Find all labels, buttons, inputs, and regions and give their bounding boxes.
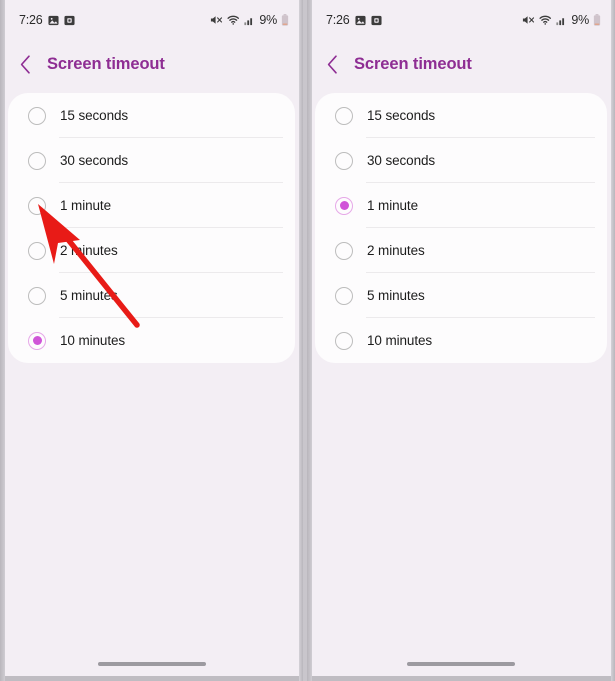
option-row-5-minutes[interactable]: 5 minutes — [8, 273, 295, 318]
option-row-1-minute[interactable]: 1 minute — [315, 183, 607, 228]
home-indicator[interactable] — [97, 662, 206, 666]
page-title: Screen timeout — [47, 54, 165, 73]
screenshot-root: 7:26 9% Screen timeout 15 seconds 30 sec… — [0, 0, 615, 681]
option-label: 15 seconds — [367, 108, 436, 123]
battery-percent-label: 9% — [571, 13, 589, 27]
signal-icon — [244, 17, 253, 25]
phone-screen-before: 7:26 9% Screen timeout 15 seconds 30 sec… — [0, 0, 303, 681]
status-bar-left: 7:26 — [326, 13, 382, 27]
battery-icon — [593, 14, 601, 26]
device-edge-left — [0, 0, 5, 681]
option-label: 2 minutes — [60, 243, 118, 258]
wifi-icon — [227, 15, 240, 25]
option-label: 30 seconds — [367, 153, 436, 168]
wifi-icon — [539, 15, 552, 25]
gallery-icon — [354, 15, 366, 25]
page-title: Screen timeout — [354, 54, 472, 73]
radio-2-minutes[interactable] — [28, 241, 46, 260]
device-edge-bottom — [307, 676, 615, 681]
timeout-options-list: 15 seconds 30 seconds 1 minute 2 minutes — [315, 93, 607, 363]
status-bar-right: 9% — [210, 13, 289, 27]
option-row-15-seconds[interactable]: 15 seconds — [315, 93, 607, 138]
device-edge-right — [611, 0, 615, 681]
radio-10-minutes[interactable] — [335, 331, 353, 350]
option-row-10-minutes[interactable]: 10 minutes — [8, 318, 295, 363]
chevron-left-icon — [20, 54, 30, 74]
option-label: 1 minute — [60, 198, 111, 213]
status-bar: 7:26 9% — [307, 0, 615, 40]
option-label: 5 minutes — [60, 288, 118, 303]
option-row-5-minutes[interactable]: 5 minutes — [315, 273, 607, 318]
option-label: 30 seconds — [60, 153, 129, 168]
status-bar: 7:26 9% — [0, 0, 303, 40]
app-bar: Screen timeout — [0, 40, 303, 88]
gallery-icon — [47, 15, 59, 25]
option-label: 5 minutes — [367, 288, 425, 303]
radio-2-minutes[interactable] — [335, 241, 353, 260]
app-icon — [370, 15, 382, 25]
device-edge-bottom — [0, 676, 303, 681]
radio-5-minutes[interactable] — [28, 286, 46, 305]
option-row-10-minutes[interactable]: 10 minutes — [315, 318, 607, 363]
radio-10-minutes[interactable] — [28, 331, 46, 350]
status-clock: 7:26 — [19, 13, 43, 27]
option-label: 2 minutes — [367, 243, 425, 258]
phone-screen-after: 7:26 9% Screen timeout 15 seconds 30 sec… — [307, 0, 615, 681]
option-label: 1 minute — [367, 198, 418, 213]
status-bar-left: 7:26 — [19, 13, 75, 27]
status-clock: 7:26 — [326, 13, 350, 27]
option-row-2-minutes[interactable]: 2 minutes — [8, 228, 295, 273]
signal-icon — [556, 17, 565, 25]
mute-icon — [523, 16, 535, 24]
status-bar-right: 9% — [522, 13, 601, 27]
back-button[interactable] — [17, 53, 33, 75]
back-button[interactable] — [324, 53, 340, 75]
battery-icon — [281, 14, 289, 26]
timeout-options-list: 15 seconds 30 seconds 1 minute 2 minutes — [8, 93, 295, 363]
option-label: 10 minutes — [367, 333, 433, 348]
app-icon — [63, 15, 75, 25]
option-row-1-minute[interactable]: 1 minute — [8, 183, 295, 228]
option-label: 10 minutes — [60, 333, 126, 348]
app-bar: Screen timeout — [307, 40, 615, 88]
radio-15-seconds[interactable] — [335, 106, 353, 125]
device-edge-right — [299, 0, 303, 681]
mute-icon — [211, 16, 223, 24]
radio-15-seconds[interactable] — [28, 106, 46, 125]
radio-30-seconds[interactable] — [335, 151, 353, 170]
option-label: 15 seconds — [60, 108, 129, 123]
option-row-30-seconds[interactable]: 30 seconds — [8, 138, 295, 183]
chevron-left-icon — [327, 54, 337, 74]
radio-5-minutes[interactable] — [335, 286, 353, 305]
radio-1-minute[interactable] — [28, 196, 46, 215]
option-row-30-seconds[interactable]: 30 seconds — [315, 138, 607, 183]
home-indicator[interactable] — [407, 662, 515, 666]
option-row-2-minutes[interactable]: 2 minutes — [315, 228, 607, 273]
device-edge-left — [307, 0, 312, 681]
battery-percent-label: 9% — [259, 13, 277, 27]
radio-30-seconds[interactable] — [28, 151, 46, 170]
option-row-15-seconds[interactable]: 15 seconds — [8, 93, 295, 138]
radio-1-minute[interactable] — [335, 196, 353, 215]
